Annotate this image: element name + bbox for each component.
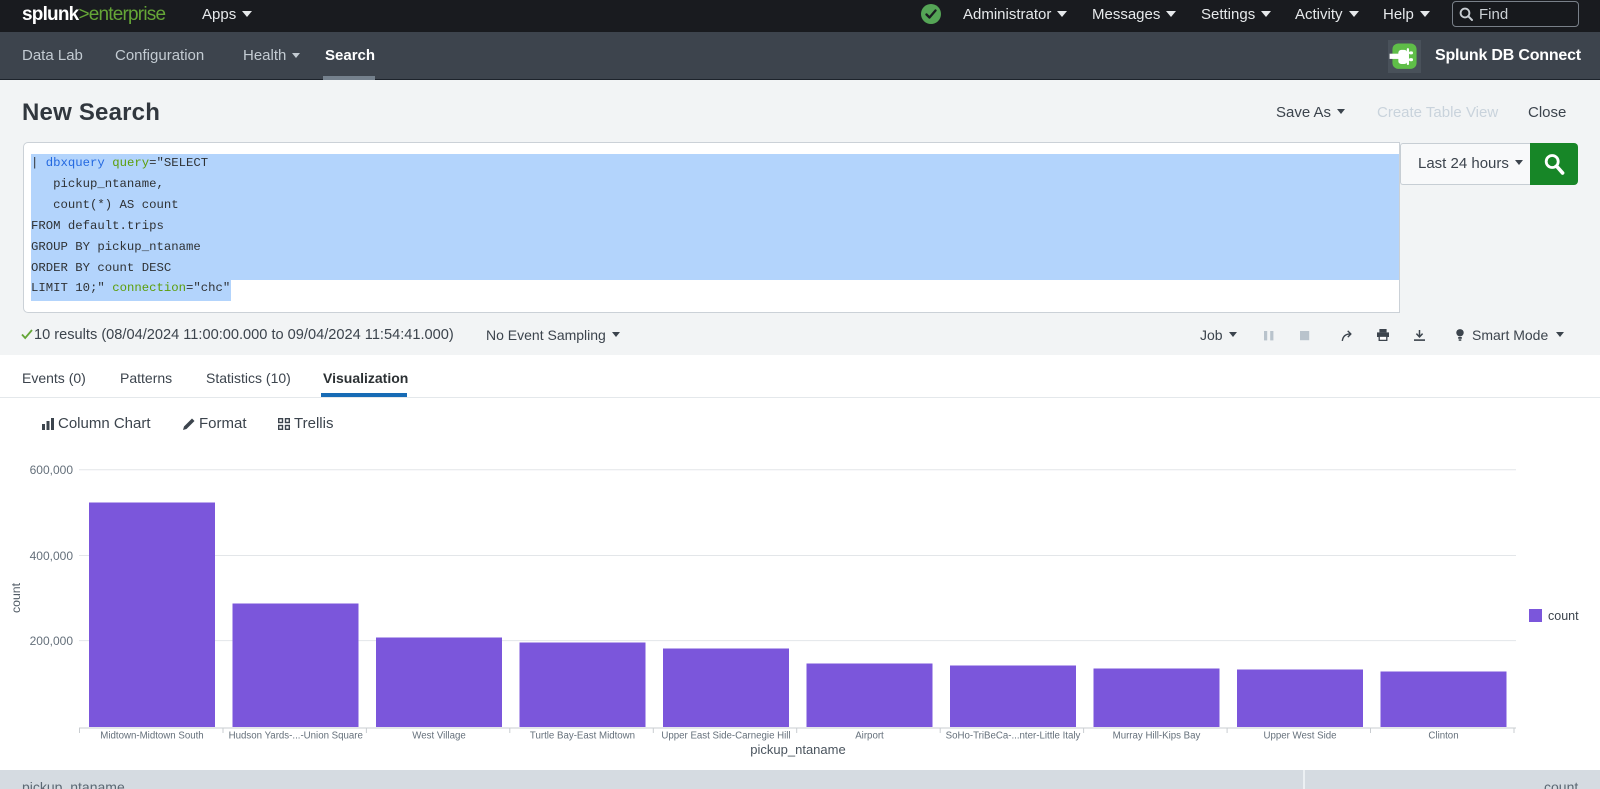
svg-text:Upper East Side-Carnegie Hill: Upper East Side-Carnegie Hill xyxy=(661,731,790,742)
svg-text:count: count xyxy=(9,582,23,613)
svg-text:Hudson Yards-...-Union Square: Hudson Yards-...-Union Square xyxy=(229,731,363,742)
svg-text:count: count xyxy=(1548,609,1579,623)
svg-text:Midtown-Midtown South: Midtown-Midtown South xyxy=(100,731,203,742)
svg-text:Upper West Side: Upper West Side xyxy=(1263,731,1336,742)
svg-text:Murray Hill-Kips Bay: Murray Hill-Kips Bay xyxy=(1113,731,1201,742)
svg-text:West Village: West Village xyxy=(412,731,466,742)
svg-text:200,000: 200,000 xyxy=(30,634,74,648)
svg-text:Turtle Bay-East Midtown: Turtle Bay-East Midtown xyxy=(530,731,635,742)
svg-text:pickup_ntaname: pickup_ntaname xyxy=(750,742,845,757)
svg-text:400,000: 400,000 xyxy=(30,549,74,563)
svg-text:Airport: Airport xyxy=(855,731,884,742)
svg-text:SoHo-TriBeCa-...nter-Little It: SoHo-TriBeCa-...nter-Little Italy xyxy=(946,731,1081,742)
svg-text:600,000: 600,000 xyxy=(30,463,74,477)
svg-text:Clinton: Clinton xyxy=(1428,731,1458,742)
